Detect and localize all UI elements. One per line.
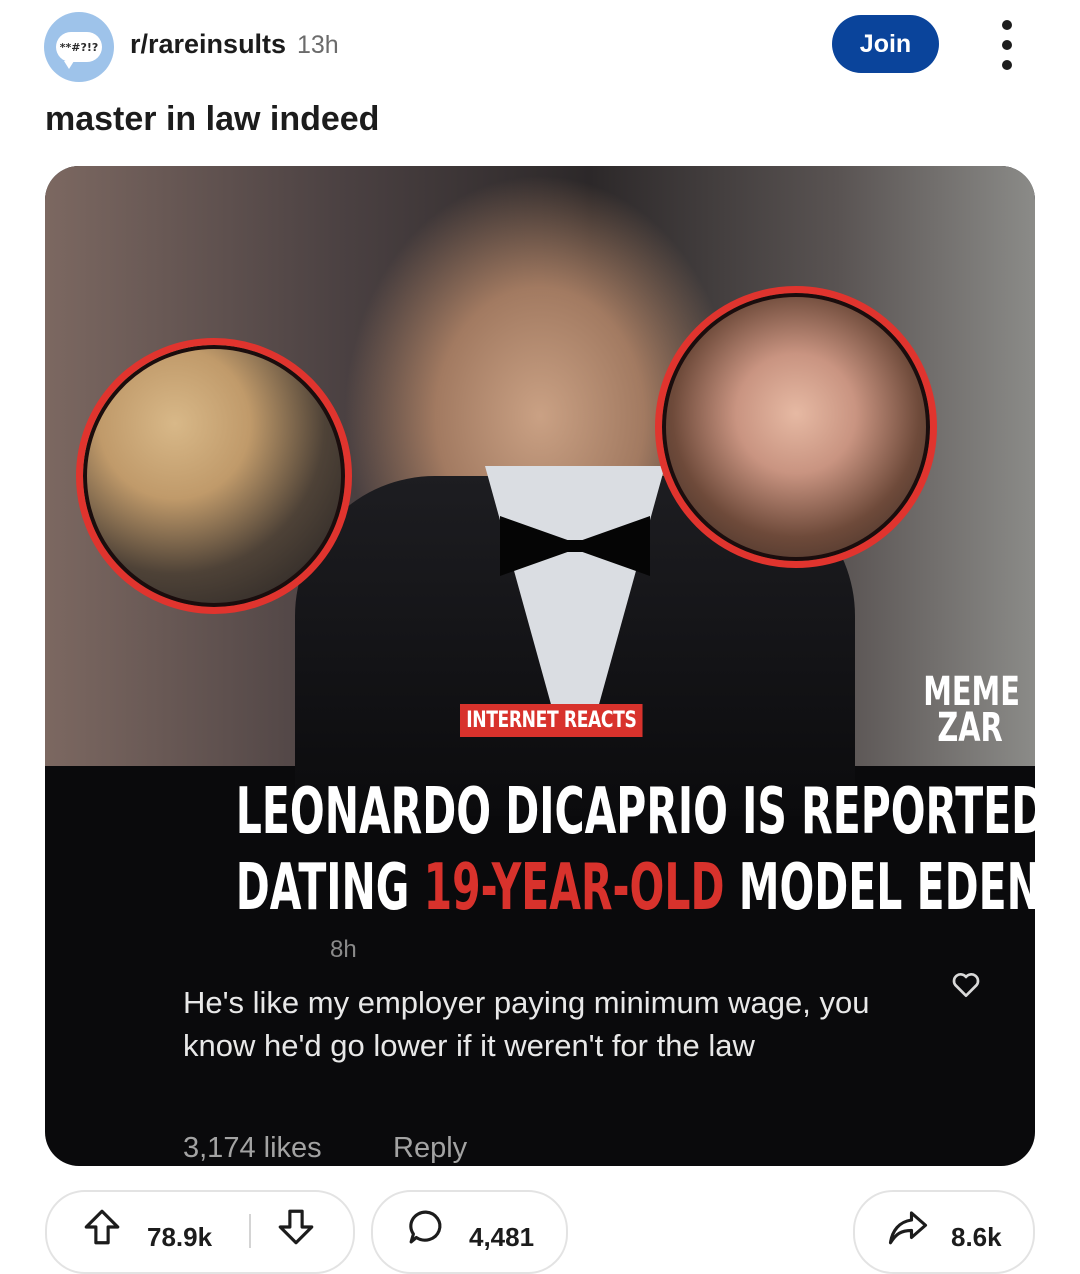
share-button[interactable]: 8.6k — [853, 1190, 1035, 1274]
comment-time: 8h — [330, 936, 357, 963]
upvote-icon[interactable] — [81, 1206, 123, 1248]
inset-photo-couple — [76, 338, 352, 614]
headline-line-2: DATING 19-YEAR-OLD MODEL EDEN POLANI — [235, 850, 1035, 926]
memezar-logo: MEME ZAR — [905, 672, 1035, 751]
comment-icon — [409, 1210, 442, 1244]
share-icon — [888, 1211, 928, 1245]
comment-count: 4,481 — [469, 1222, 535, 1252]
post-image[interactable]: INTERNET REACTS MEME ZAR LEONARDO DICAPR… — [45, 166, 1035, 1166]
logo-bottom: ZAR — [937, 705, 1003, 751]
comments-button[interactable]: 4,481 — [371, 1190, 568, 1274]
downvote-icon[interactable] — [275, 1206, 317, 1248]
speech-bubble-icon: **#?!? — [56, 32, 102, 69]
headline-highlight: 19-YEAR-OLD — [423, 851, 725, 925]
internet-reacts-tag: INTERNET REACTS — [460, 704, 643, 737]
headline-line-1: LEONARDO DICAPRIO IS REPORTEDLY — [235, 775, 1035, 849]
comment-text: He's like my employer paying minimum wag… — [183, 985, 870, 1063]
avatar-text: **#?!? — [59, 40, 99, 54]
headline: LEONARDO DICAPRIO IS REPORTEDLY DATING 1… — [63, 774, 1035, 926]
comment-likes: 3,174 likes — [183, 1132, 322, 1164]
vote-divider — [249, 1214, 251, 1248]
heart-icon — [952, 973, 980, 997]
headline-line-2-post: MODEL EDEN POLANI — [738, 851, 1035, 925]
subreddit-avatar[interactable]: **#?!? — [44, 12, 114, 82]
join-button[interactable]: Join — [832, 15, 939, 73]
share-count: 8.6k — [951, 1222, 1002, 1252]
vote-pill: 78.9k — [45, 1190, 355, 1274]
comment-reply: Reply — [393, 1132, 468, 1164]
upvote-count: 78.9k — [147, 1222, 213, 1252]
subreddit-name[interactable]: r/rareinsults — [130, 29, 286, 60]
headline-line-2-pre: DATING — [235, 851, 424, 925]
post-title[interactable]: master in law indeed — [45, 100, 379, 139]
inset-photo-model — [655, 286, 937, 568]
more-options-icon[interactable] — [995, 20, 1019, 70]
post-age: 13h — [297, 31, 339, 59]
